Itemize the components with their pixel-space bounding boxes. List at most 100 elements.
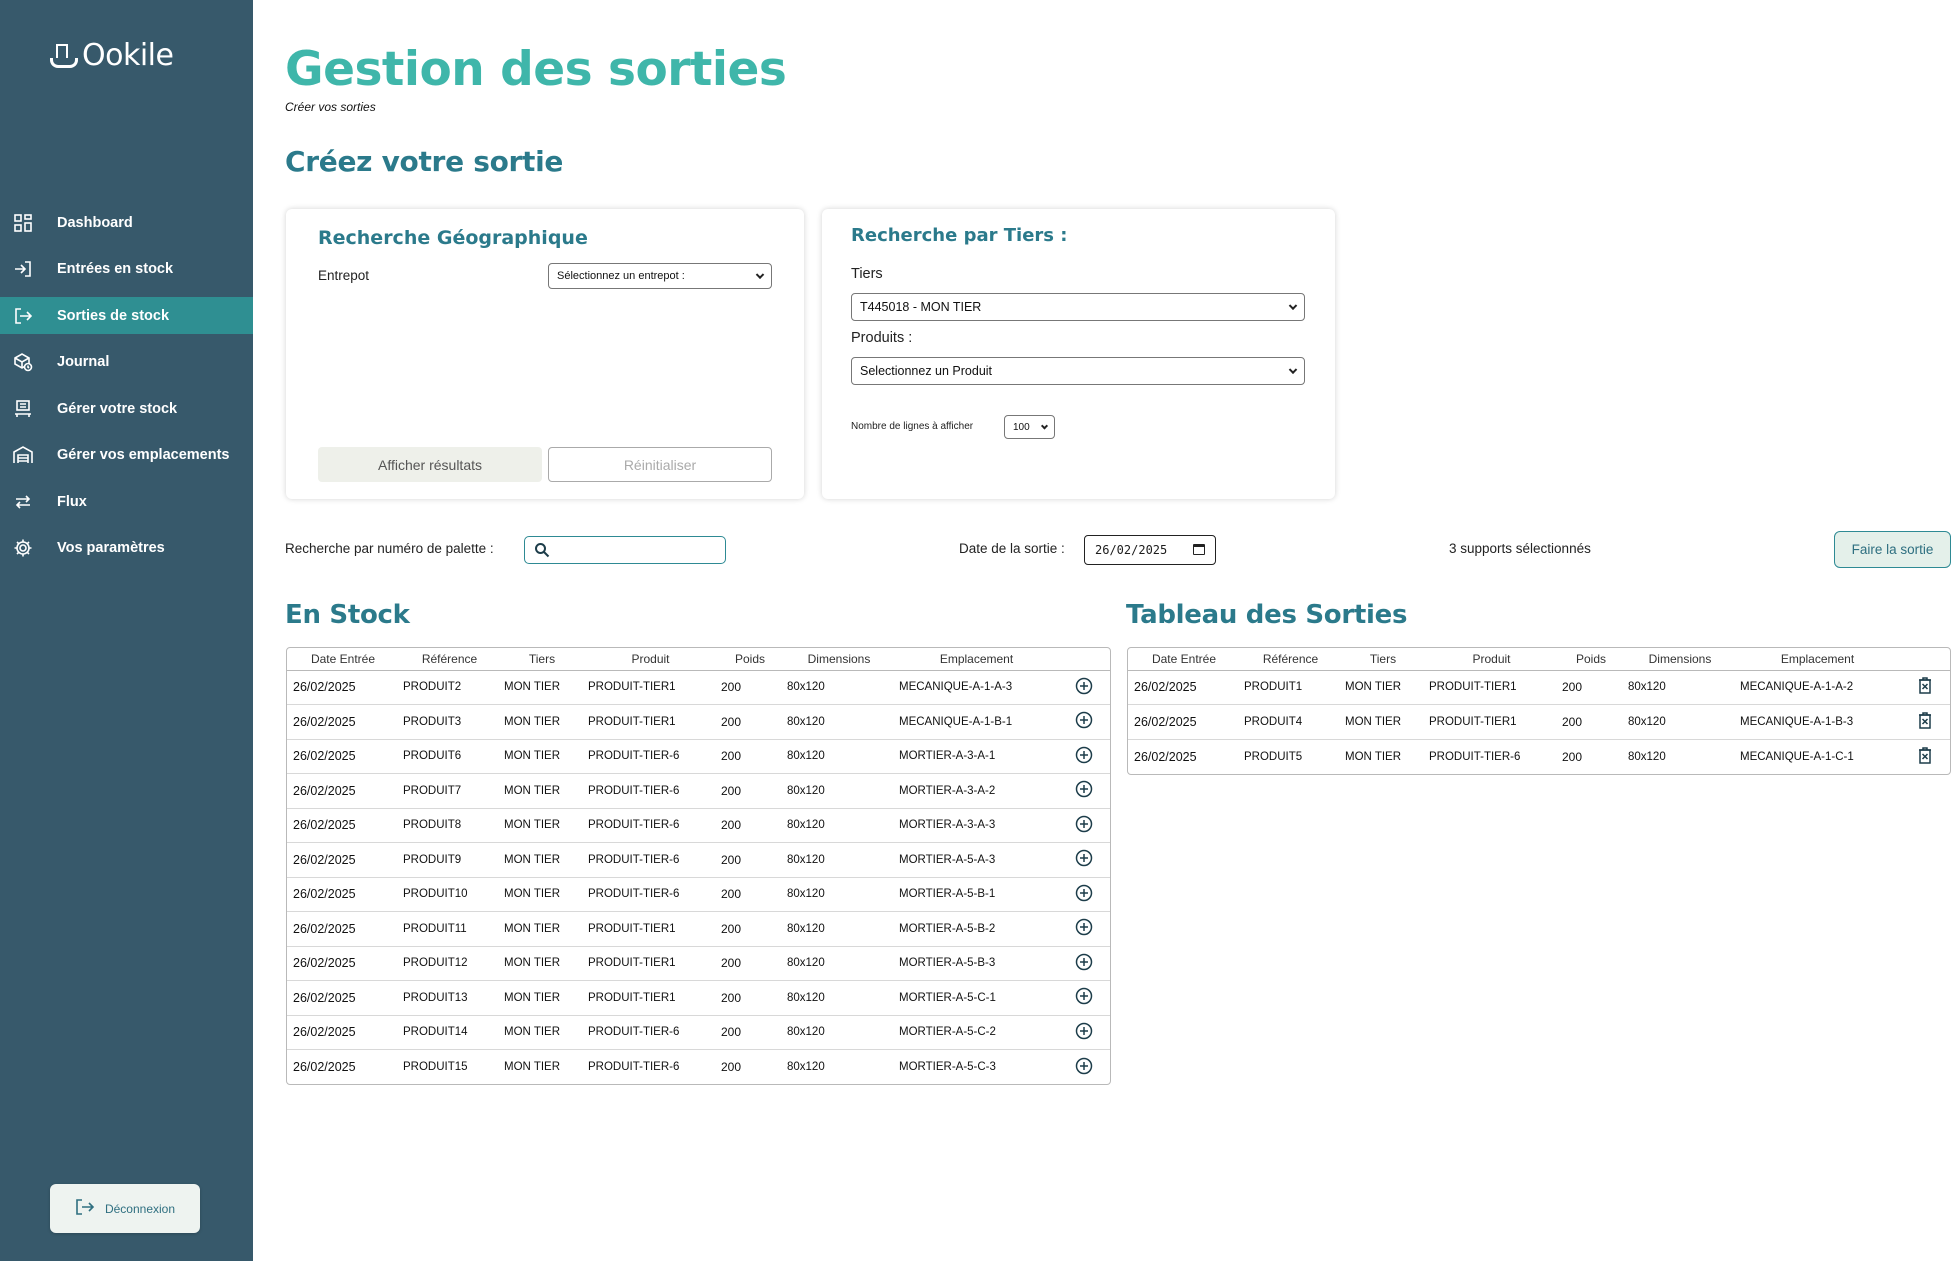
calendar-icon[interactable] [1193,544,1205,555]
palette-search-input[interactable] [524,536,726,564]
cell-poids: 200 [1562,749,1583,764]
submit-exit-button[interactable]: Faire la sortie [1834,531,1951,568]
plus-circle-icon[interactable] [1075,918,1093,936]
cell-date-entree: 26/02/2025 [287,980,399,1016]
cell-tiers: MON TIER [500,842,584,878]
cell-produit: PRODUIT-TIER1 [1425,670,1558,705]
sidebar-item-sorties[interactable]: Sorties de stock [0,297,253,334]
plus-circle-icon[interactable] [1075,953,1093,971]
search-icon [534,542,550,563]
cell-produit: PRODUIT-TIER-6 [584,842,717,878]
sidebar-item-emplacements[interactable]: Gérer vos emplacements [0,437,253,474]
cell-dimensions: 80x120 [783,946,895,981]
logout-button[interactable]: Déconnexion [50,1184,200,1233]
cell-action [1058,842,1110,878]
sidebar-item-stock[interactable]: Gérer votre stock [0,390,253,427]
sidebar-item-label: Journal [57,354,110,370]
cell-date-entree: 26/02/2025 [287,739,399,774]
plus-circle-icon[interactable] [1075,884,1093,902]
plus-circle-icon[interactable] [1075,746,1093,764]
warehouse-label: Entrepot [318,268,370,283]
cell-dimensions: 80x120 [783,773,895,809]
enter-icon [13,259,33,279]
tier-label: Tiers [851,266,883,282]
tier-select[interactable]: T445018 - MON TIER [851,293,1305,321]
sidebar-item-flux[interactable]: Flux [0,483,253,520]
trash-icon[interactable] [1918,677,1932,694]
cell-action [1058,704,1110,740]
journal-icon [13,352,33,372]
sidebar-item-dashboard[interactable]: Dashboard [0,204,253,241]
chevron-down-icon [1040,422,1049,430]
table-row: 26/02/2025 PRODUIT12 MON TIER PRODUIT-TIER1… [287,946,1110,981]
plus-circle-icon[interactable] [1075,815,1093,833]
exit-date-label: Date de la sortie : [959,541,1065,556]
exit-table: Date Entrée Référence Tiers Produit Poids Dim… [1127,647,1951,775]
sidebar-item-label: Vos paramètres [57,540,165,556]
cell-action [1058,980,1110,1016]
sidebar-item-entrees[interactable]: Entrées en stock [0,251,253,288]
table-header-row: Date Entrée Référence Tiers Produit Poids Dim… [287,648,1110,671]
cell-poids: 200 [721,1060,742,1074]
warehouse-select-value: Sélectionnez un entrepot : [557,270,685,282]
plus-circle-icon[interactable] [1075,849,1093,867]
stock-table-title: En Stock [285,600,410,630]
cell-poids: 200 [717,1015,783,1050]
cell-produit: PRODUIT-TIER1 [1425,704,1558,740]
warehouse-select[interactable]: Sélectionnez un entrepot : [548,263,772,289]
table-row: 26/02/2025 PRODUIT1 MON TIER PRODUIT-TIER1 2… [1128,670,1950,705]
cell-action [1899,670,1950,705]
cell-tiers: MON TIER [500,946,584,981]
plus-circle-icon[interactable] [1075,780,1093,798]
sidebar: Ookile Dashboard Entrées en stock Sortie… [0,0,253,1261]
brand-logo[interactable]: Ookile [50,38,174,73]
cell-emplacement: MORTIER-A-3-A-3 [895,808,1058,843]
trash-icon[interactable] [1918,746,1932,764]
plus-circle-icon[interactable] [1075,711,1093,729]
cell-poids: 200 [717,877,783,912]
cell-dimensions: 80x120 [783,739,895,774]
column-header-produit: Produit [584,648,717,671]
cell-dimensions: 80x120 [783,670,895,705]
cell-date-entree: 26/02/2025 [293,1060,356,1074]
cell-tiers: MON TIER [500,1015,584,1050]
plus-circle-icon[interactable] [1075,1057,1093,1075]
column-header-date-entree: Date Entrée [287,648,399,671]
reset-button[interactable]: Réinitialiser [548,447,772,482]
table-row: 26/02/2025 PRODUIT6 MON TIER PRODUIT-TIER-6… [287,739,1110,774]
sidebar-item-label: Dashboard [57,214,133,231]
cell-reference: PRODUIT12 [399,946,500,981]
column-header-dimensions: Dimensions [783,648,895,671]
sidebar-item-journal[interactable]: Journal [0,344,253,381]
cell-reference: PRODUIT11 [399,911,500,947]
rows-count-select[interactable]: 100 [1004,415,1055,439]
show-results-button[interactable]: Afficher résultats [318,447,542,482]
sidebar-item-label: Flux [57,493,87,510]
cell-action [1058,911,1110,947]
cell-poids: 200 [717,773,783,809]
sidebar-item-parametres[interactable]: Vos paramètres [0,530,253,567]
plus-circle-icon[interactable] [1075,987,1093,1005]
cell-poids: 200 [1558,670,1624,705]
cell-action [1058,773,1110,809]
cell-poids: 200 [1558,704,1624,740]
cell-tiers: MON TIER [500,877,584,912]
cell-date-entree: 26/02/2025 [287,773,399,809]
warehouse-icon [13,445,33,465]
cell-tiers: MON TIER [500,670,584,705]
products-select[interactable]: Selectionnez un Produit [851,357,1305,385]
cell-poids: 200 [717,980,783,1016]
plus-circle-icon[interactable] [1075,1022,1093,1040]
cell-reference: PRODUIT6 [399,739,500,774]
plus-circle-icon[interactable] [1075,677,1093,695]
cell-emplacement: MORTIER-A-5-B-1 [895,877,1058,912]
exit-date-input[interactable]: 26/02/2025 [1084,535,1216,565]
cell-action [1899,739,1950,774]
cell-reference: PRODUIT3 [399,704,500,740]
cell-emplacement: MORTIER-A-5-A-3 [895,842,1058,878]
cell-action [1058,808,1110,843]
trash-icon[interactable] [1918,712,1932,729]
products-label: Produits : [851,330,913,346]
sidebar-item-label: Gérer vos emplacements [57,447,230,463]
cell-reference: PRODUIT15 [403,1061,468,1073]
